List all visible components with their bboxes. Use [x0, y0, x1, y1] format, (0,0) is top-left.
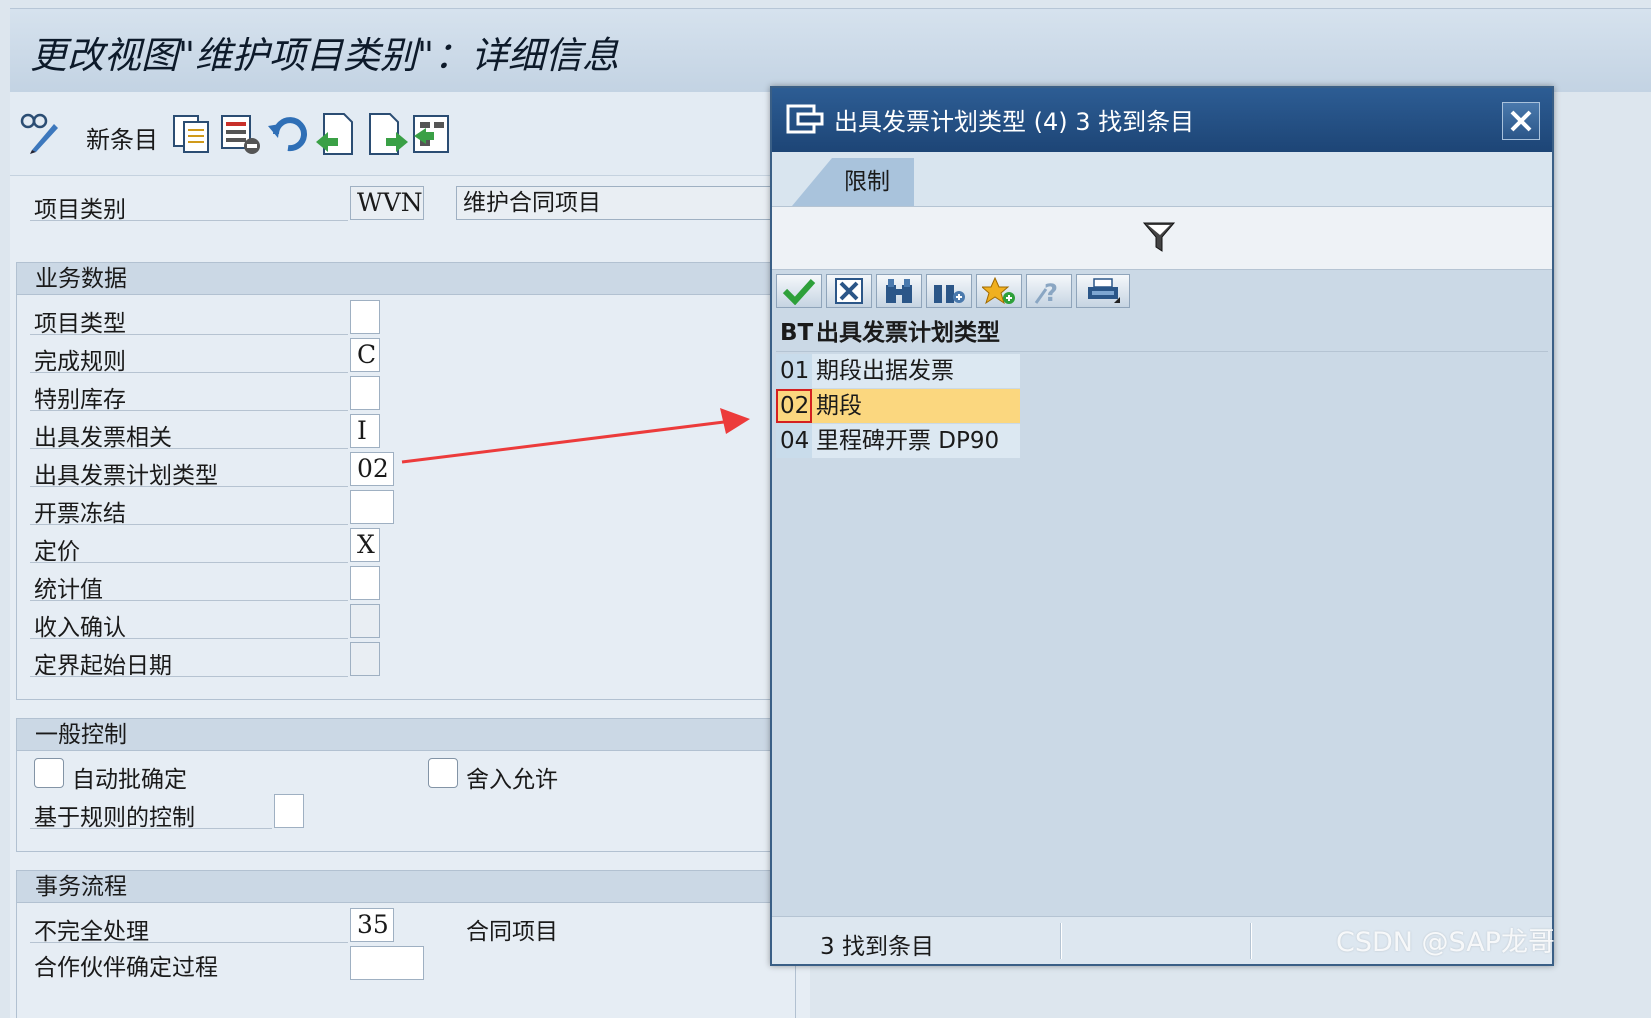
help-icon: ?	[1034, 279, 1058, 305]
item-category-label: 项目类别	[34, 197, 126, 223]
statistical-value-field[interactable]	[350, 566, 380, 600]
select-block-icon[interactable]	[410, 112, 454, 156]
list-item[interactable]: 04 里程碑开票 DP90	[776, 424, 1020, 458]
dialog-title: 出具发票计划类型 (4) 3 找到条目	[834, 108, 1195, 136]
restriction-area	[772, 206, 1552, 270]
binoculars-icon	[886, 279, 912, 303]
svg-text:?: ?	[1044, 279, 1058, 305]
billing-block-field[interactable]	[350, 490, 394, 524]
watermark: CSDN @SAP龙哥	[1336, 927, 1555, 958]
auto-batch-checkbox[interactable]	[34, 758, 64, 788]
cancel-button[interactable]	[826, 274, 872, 308]
printer-icon	[1088, 278, 1120, 303]
item-type-label: 项目类型	[34, 311, 126, 337]
result-list-header: BT 出具发票计划类型	[776, 314, 1548, 352]
list-item-selected[interactable]: 02 期段	[776, 389, 1020, 423]
rule-based-control-label: 基于规则的控制	[34, 805, 195, 831]
completion-rule-label: 完成规则	[34, 349, 126, 375]
find-button[interactable]	[876, 274, 922, 308]
transaction-flow-title: 事务流程	[17, 871, 795, 903]
partner-procedure-label: 合作伙伴确定过程	[34, 955, 218, 981]
general-control-title: 一般控制	[17, 719, 795, 751]
item-type-field[interactable]	[350, 300, 380, 334]
rounding-label: 舍入允许	[466, 767, 558, 793]
list-item-text: 期段	[816, 393, 862, 419]
confirm-button[interactable]	[776, 274, 822, 308]
rule-based-control-field[interactable]	[274, 794, 304, 828]
special-stock-label: 特别库存	[34, 387, 126, 413]
add-to-favorites-button[interactable]	[976, 274, 1022, 308]
billing-plan-type-label: 出具发票计划类型	[34, 463, 218, 489]
delete-icon[interactable]	[218, 112, 262, 156]
application-toolbar: 新条目	[10, 92, 810, 176]
dialog-title-bar: 出具发票计划类型 (4) 3 找到条目	[772, 88, 1552, 152]
incompletion-procedure-label: 不完全处理	[34, 919, 149, 945]
print-button[interactable]	[1076, 274, 1130, 308]
column-header-text: 出具发票计划类型	[816, 320, 1000, 346]
list-item-text: 里程碑开票 DP90	[816, 428, 1000, 454]
list-item-key: 01	[776, 354, 812, 388]
incompletion-procedure-field[interactable]: 35	[350, 908, 394, 942]
completion-rule-field[interactable]: C	[350, 338, 380, 372]
auto-batch-label: 自动批确定	[72, 767, 187, 793]
page-title: 更改视图"维护项目类别"：详细信息	[30, 34, 620, 77]
item-category-description: 维护合同项目	[456, 186, 786, 220]
revenue-recognition-label: 收入确认	[34, 615, 126, 641]
billing-plan-type-field[interactable]: 02	[350, 452, 394, 486]
value-help-dialog: 出具发票计划类型 (4) 3 找到条目 限制 ? BT 出具发票计划类型 01 …	[770, 86, 1554, 966]
item-category-field: WVN	[350, 186, 424, 220]
find-next-icon	[934, 285, 965, 303]
tab-restrictions[interactable]: 限制	[792, 158, 914, 206]
dialog-window-icon	[786, 104, 824, 134]
incompletion-procedure-desc: 合同项目	[466, 919, 558, 945]
star-add-icon	[982, 277, 1015, 305]
accrual-start-date-field	[350, 642, 380, 676]
cancel-icon	[835, 278, 863, 304]
dialog-close-button[interactable]	[1502, 102, 1540, 140]
list-item-text: 期段出据发票	[816, 358, 954, 384]
help-button[interactable]: ?	[1026, 274, 1072, 308]
rounding-checkbox[interactable]	[428, 758, 458, 788]
next-entry-icon[interactable]	[366, 112, 410, 156]
close-icon	[1510, 110, 1532, 132]
billing-block-label: 开票冻结	[34, 501, 126, 527]
accrual-start-date-label: 定界起始日期	[34, 653, 172, 679]
status-text: 3 找到条目	[820, 934, 934, 960]
copy-as-icon[interactable]	[170, 112, 214, 156]
list-item-key: 02	[776, 389, 812, 423]
checkmark-icon	[782, 278, 816, 305]
title-bar: 更改视图"维护项目类别"：详细信息	[10, 8, 1651, 92]
special-stock-field[interactable]	[350, 376, 380, 410]
billing-relevance-field[interactable]: I	[350, 414, 380, 448]
list-item-key: 04	[776, 424, 812, 458]
pricing-field[interactable]: X	[350, 528, 380, 562]
pricing-label: 定价	[34, 539, 80, 565]
dialog-tabstrip: 限制	[772, 152, 1552, 206]
new-entries-button[interactable]: 新条目	[86, 120, 158, 155]
filter-icon[interactable]	[1142, 219, 1176, 253]
display-change-icon[interactable]	[18, 110, 62, 154]
find-next-button[interactable]	[926, 274, 972, 308]
business-data-title: 业务数据	[17, 263, 795, 295]
column-header-key: BT	[780, 320, 814, 346]
list-item[interactable]: 01 期段出据发票	[776, 354, 1020, 388]
billing-relevance-label: 出具发票相关	[34, 425, 172, 451]
undo-icon[interactable]	[266, 112, 310, 156]
statistical-value-label: 统计值	[34, 577, 103, 603]
previous-entry-icon[interactable]	[314, 112, 358, 156]
partner-procedure-field[interactable]	[350, 946, 424, 980]
revenue-recognition-field	[350, 604, 380, 638]
